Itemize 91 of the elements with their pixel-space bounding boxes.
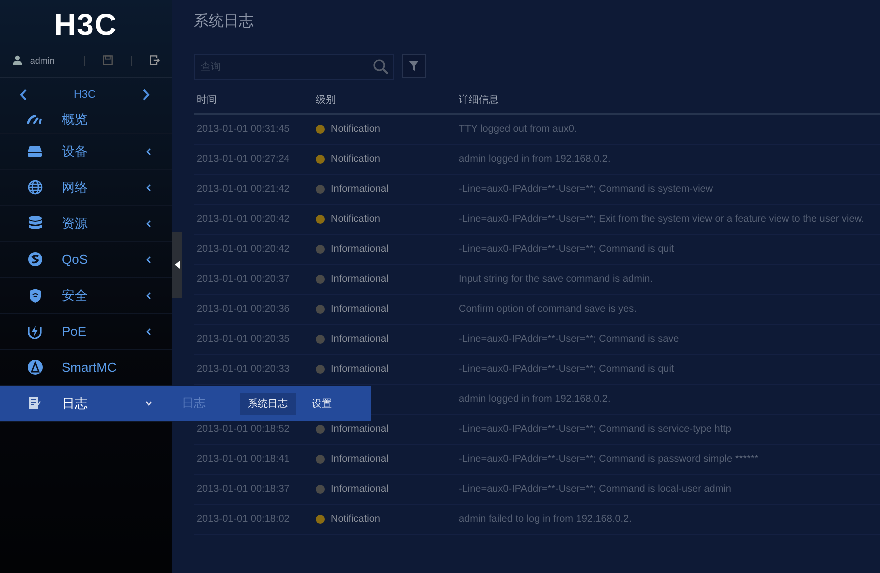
database-icon xyxy=(28,216,42,231)
drive-icon xyxy=(28,146,42,157)
menu-item[interactable]: QoS xyxy=(0,242,172,278)
table-cell: 2013-01-01 00:18:02 xyxy=(197,514,290,525)
menu-item[interactable]: 网络 xyxy=(0,170,172,206)
table-cell: -Line=aux0-IPAddr=**-User=**; Command is password simple ****** xyxy=(459,454,759,465)
table-cell: 2013-01-01 00:18:52 xyxy=(197,424,290,435)
table-cell: 2013-01-01 00:20:36 xyxy=(197,304,290,315)
submenu-item[interactable]: 设置 xyxy=(304,392,340,414)
table-cell: Informational xyxy=(331,424,389,435)
menu-item[interactable]: 概览 xyxy=(0,106,172,134)
table-cell: 2013-01-01 00:20:37 xyxy=(197,274,290,285)
submenu-item[interactable]: 系统日志 xyxy=(240,392,296,414)
table-cell: admin logged in from 192.168.0.2. xyxy=(459,154,611,165)
username: admin xyxy=(30,56,56,66)
table-cell: Confirm option of command save is yes. xyxy=(459,304,637,315)
next-button[interactable] xyxy=(142,89,150,101)
status-dot xyxy=(316,275,325,284)
user-icon xyxy=(13,54,22,67)
table-cell: -Line=aux0-IPAddr=**-User=**; Command is quit xyxy=(459,244,674,255)
table-cell: Informational xyxy=(331,184,389,195)
status-dot xyxy=(316,425,325,434)
table-cell: 2013-01-01 00:18:37 xyxy=(197,484,290,495)
table-cell: Informational xyxy=(331,484,389,495)
chevron-right-icon xyxy=(142,89,150,101)
menu-item[interactable]: PoE xyxy=(0,314,172,350)
submenu-title: 日志 xyxy=(182,395,206,412)
table-cell: 2013-01-01 00:31:45 xyxy=(197,124,290,135)
table-cell: admin failed to log in from 192.168.0.2. xyxy=(459,514,632,525)
table-cell: -Line=aux0-IPAddr=**-User=**; Command is quit xyxy=(459,364,674,375)
chevron-left-icon xyxy=(20,89,28,101)
filter-button[interactable] xyxy=(402,54,426,78)
table-cell: Notification xyxy=(331,124,380,135)
collapse-handle[interactable] xyxy=(172,232,182,298)
search-icon[interactable] xyxy=(373,59,389,75)
table-cell: Informational xyxy=(331,454,389,465)
status-dot xyxy=(316,455,325,464)
menu-item[interactable]: 安全 xyxy=(0,278,172,314)
previous-button[interactable] xyxy=(20,89,28,101)
status-dot xyxy=(316,215,325,224)
table-cell: Notification xyxy=(331,154,380,165)
column-header: 详细信息 xyxy=(459,94,500,107)
table-cell: -Line=aux0-IPAddr=**-User=**; Command is system-view xyxy=(459,184,714,195)
status-dot xyxy=(316,185,325,194)
menu-item[interactable]: 设备 xyxy=(0,134,172,170)
menu-item[interactable]: 日志 xyxy=(0,386,172,422)
table-cell: 2013-01-01 00:27:24 xyxy=(197,154,290,165)
table-cell: Informational xyxy=(331,244,389,255)
save-icon[interactable] xyxy=(102,54,114,67)
device-name: H3C xyxy=(74,89,96,101)
triangle-badge-icon xyxy=(28,360,42,375)
table-cell: Informational xyxy=(331,304,389,315)
table-cell: Notification xyxy=(331,514,380,525)
logo: H3C xyxy=(54,8,118,44)
menu-item[interactable]: 资源 xyxy=(0,206,172,242)
table-cell: -Line=aux0-IPAddr=**-User=**; Command is service-type http xyxy=(459,424,732,435)
table-cell: -Line=aux0-IPAddr=**-User=**; Command is local-user admin xyxy=(459,484,732,495)
column-header: 级别 xyxy=(316,94,337,107)
table-cell: 2013-01-01 00:20:35 xyxy=(197,334,290,345)
table-cell: 2013-01-01 00:18:41 xyxy=(197,454,290,465)
table-cell: Input string for the save command is admin. xyxy=(459,274,653,285)
table-cell: 2013-01-01 00:21:42 xyxy=(197,184,290,195)
globe-icon xyxy=(28,180,42,195)
document-pen-icon xyxy=(28,396,42,411)
table-cell: Informational xyxy=(331,334,389,345)
status-dot xyxy=(316,485,325,494)
status-dot xyxy=(316,245,325,254)
gauge-icon xyxy=(27,114,43,124)
logout-icon[interactable] xyxy=(150,54,160,67)
shield-icon xyxy=(28,288,42,302)
column-header: 时间 xyxy=(196,94,218,107)
page-title: 系统日志 xyxy=(194,12,254,31)
table-cell: admin logged in from 192.168.0.2. xyxy=(459,394,611,405)
status-dot xyxy=(316,125,325,134)
status-dot xyxy=(316,365,325,374)
table-cell: Notification xyxy=(331,214,380,225)
triangle-left-icon xyxy=(174,261,180,269)
status-dot xyxy=(316,155,325,164)
status-dot xyxy=(316,305,325,314)
status-dot xyxy=(316,515,325,524)
table-cell: 2013-01-01 00:20:33 xyxy=(197,364,290,375)
table-cell: -Line=aux0-IPAddr=**-User=**; Command is save xyxy=(459,334,680,345)
filter-icon xyxy=(409,61,419,71)
table-cell: Informational xyxy=(331,274,389,285)
table-cell: TTY logged out from aux0. xyxy=(459,124,578,135)
shield-bolt-icon xyxy=(28,324,42,338)
table-cell: 2013-01-01 00:20:42 xyxy=(197,244,290,255)
table-cell: -Line=aux0-IPAddr=**-User=**; Exit from the system view or a feature view to the user view. xyxy=(459,214,864,225)
status-dot xyxy=(316,335,325,344)
table-cell: 2013-01-01 00:20:42 xyxy=(197,214,290,225)
table-cell: Informational xyxy=(331,364,389,375)
